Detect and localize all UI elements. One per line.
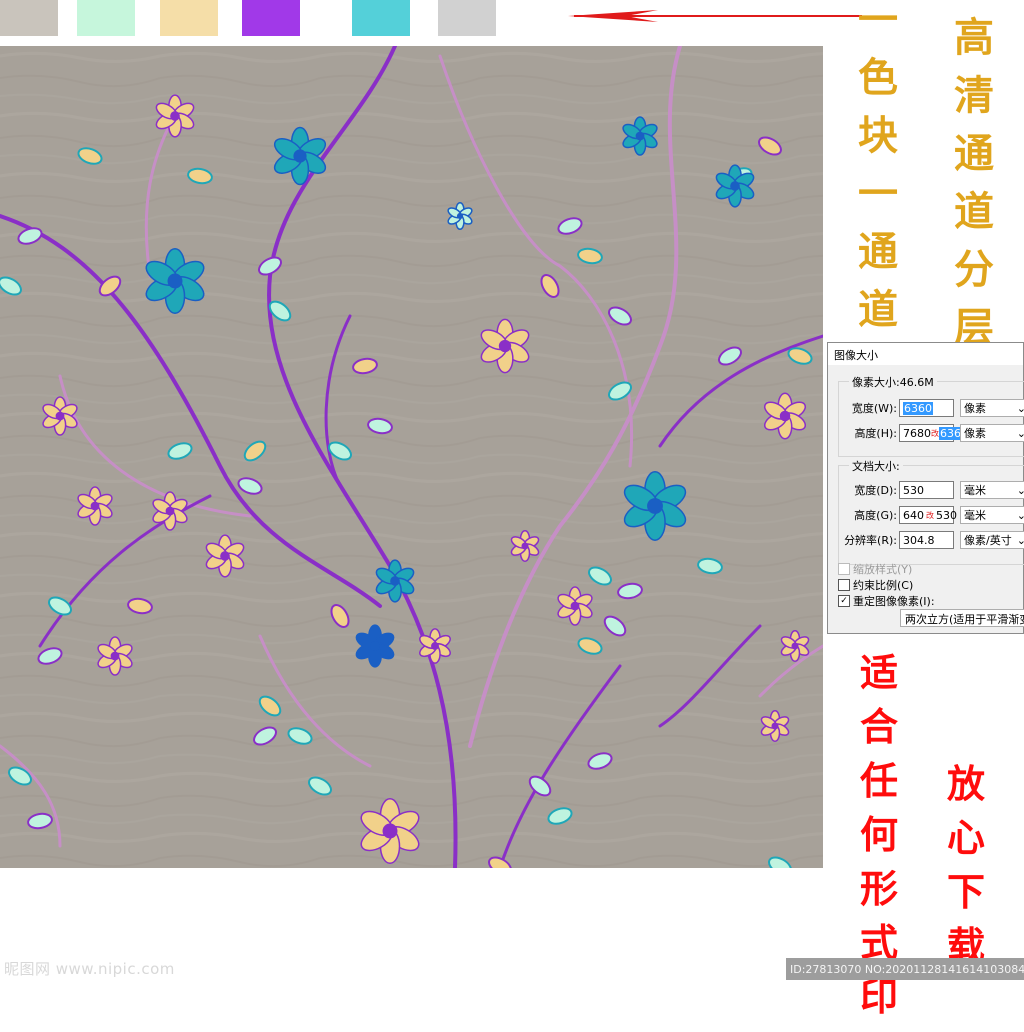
pixel-width-unit-select[interactable]: 像素 ⌄ — [960, 399, 1024, 417]
image-id-watermark: ID:27813070 NO:20201128141614103084 — [786, 958, 1024, 980]
doc-height-unit-select[interactable]: 毫米 ⌄ — [960, 506, 1024, 524]
vertical-text-download: 放心下载 — [947, 765, 985, 981]
resolution-unit-select[interactable]: 像素/英寸 ⌄ — [960, 531, 1024, 549]
color-swatch-3 — [160, 0, 218, 36]
vertical-char: 一 — [858, 170, 898, 217]
floral-vine-artwork — [0, 46, 823, 868]
color-swatch-6 — [438, 0, 496, 36]
document-size-group: 文档大小: 宽度(D): 530 毫米 ⌄ 高度(G): 640 改 530 毫米 ⌄ … — [838, 458, 1024, 565]
doc-height-label: 高度(G): — [854, 509, 897, 522]
chevron-down-icon: ⌄ — [1016, 426, 1024, 440]
vertical-char: 合 — [860, 704, 899, 749]
vertical-char: 形 — [860, 866, 899, 911]
pixel-dimensions-group: 像素大小:46.6M 宽度(W): 6360 像素 ⌄ 高度(H): 7680 改 6… — [838, 374, 1024, 457]
doc-width-unit-select[interactable]: 毫米 ⌄ — [960, 481, 1024, 499]
pixel-height-unit-select[interactable]: 像素 ⌄ — [960, 424, 1024, 442]
pixel-width-input[interactable]: 6360 — [899, 399, 954, 417]
scale-styles-checkbox[interactable]: 缩放样式(Y) — [838, 561, 912, 577]
site-watermark: 昵图网 www.nipic.com — [4, 960, 175, 978]
vertical-char: 道 — [954, 188, 994, 235]
vertical-text-single-channel: 一色块一通道 — [858, 0, 898, 348]
vertical-char: 色 — [858, 54, 898, 101]
doc-width-input[interactable]: 530 — [899, 481, 954, 499]
doc-height-input[interactable]: 640 改 530 — [899, 506, 957, 524]
vertical-char: 印 — [860, 974, 899, 1019]
constrain-proportions-checkbox[interactable]: 约束比例(C) — [838, 577, 913, 593]
vertical-char: 清 — [954, 72, 994, 119]
resolution-input[interactable]: 304.8 — [899, 531, 954, 549]
color-swatch-1 — [0, 0, 58, 36]
vertical-char: 下 — [947, 869, 986, 914]
pixel-height-label: 高度(H): — [854, 427, 897, 440]
vertical-char: 块 — [858, 112, 898, 159]
floral-pattern-image — [0, 46, 823, 868]
image-size-dialog: 图像大小 像素大小:46.6M 宽度(W): 6360 像素 ⌄ 高度(H): 7… — [827, 342, 1024, 634]
red-arrow-icon — [568, 10, 862, 22]
doc-width-label: 宽度(D): — [854, 484, 897, 497]
color-swatch-2 — [77, 0, 135, 36]
chevron-down-icon: ⌄ — [1016, 483, 1024, 497]
chevron-down-icon: ⌄ — [1016, 533, 1024, 547]
vertical-char: 式 — [860, 920, 899, 965]
resolution-label: 分辨率(R): — [844, 534, 897, 547]
vertical-char: 通 — [858, 228, 898, 275]
vertical-char: 何 — [860, 812, 899, 857]
pixel-size-label: 像素大小:46.6M — [849, 374, 937, 390]
color-swatch-4 — [242, 0, 300, 36]
vertical-text-hd-layers: 高清通道分层 — [954, 18, 994, 366]
document-size-label: 文档大小: — [849, 458, 903, 474]
vertical-char: 一 — [858, 0, 898, 43]
vertical-char: 心 — [947, 815, 986, 860]
resample-image-checkbox[interactable]: ✓ 重定图像像素(I): — [838, 593, 935, 609]
vertical-char: 适 — [860, 650, 899, 695]
vertical-char: 任 — [860, 758, 899, 803]
resample-method-select[interactable]: 两次立方(适用于平滑渐变 — [900, 609, 1024, 627]
chevron-down-icon: ⌄ — [1016, 401, 1024, 415]
vertical-char: 分 — [954, 246, 994, 293]
dialog-title: 图像大小 — [828, 343, 1023, 365]
vertical-char: 通 — [954, 130, 994, 177]
vertical-char: 放 — [947, 761, 986, 806]
vertical-char: 道 — [858, 286, 898, 333]
color-swatch-5 — [352, 0, 410, 36]
chevron-down-icon: ⌄ — [1016, 508, 1024, 522]
pixel-width-label: 宽度(W): — [851, 402, 897, 415]
vertical-char: 高 — [954, 14, 994, 61]
pixel-height-input[interactable]: 7680 改 6360 — [899, 424, 969, 442]
